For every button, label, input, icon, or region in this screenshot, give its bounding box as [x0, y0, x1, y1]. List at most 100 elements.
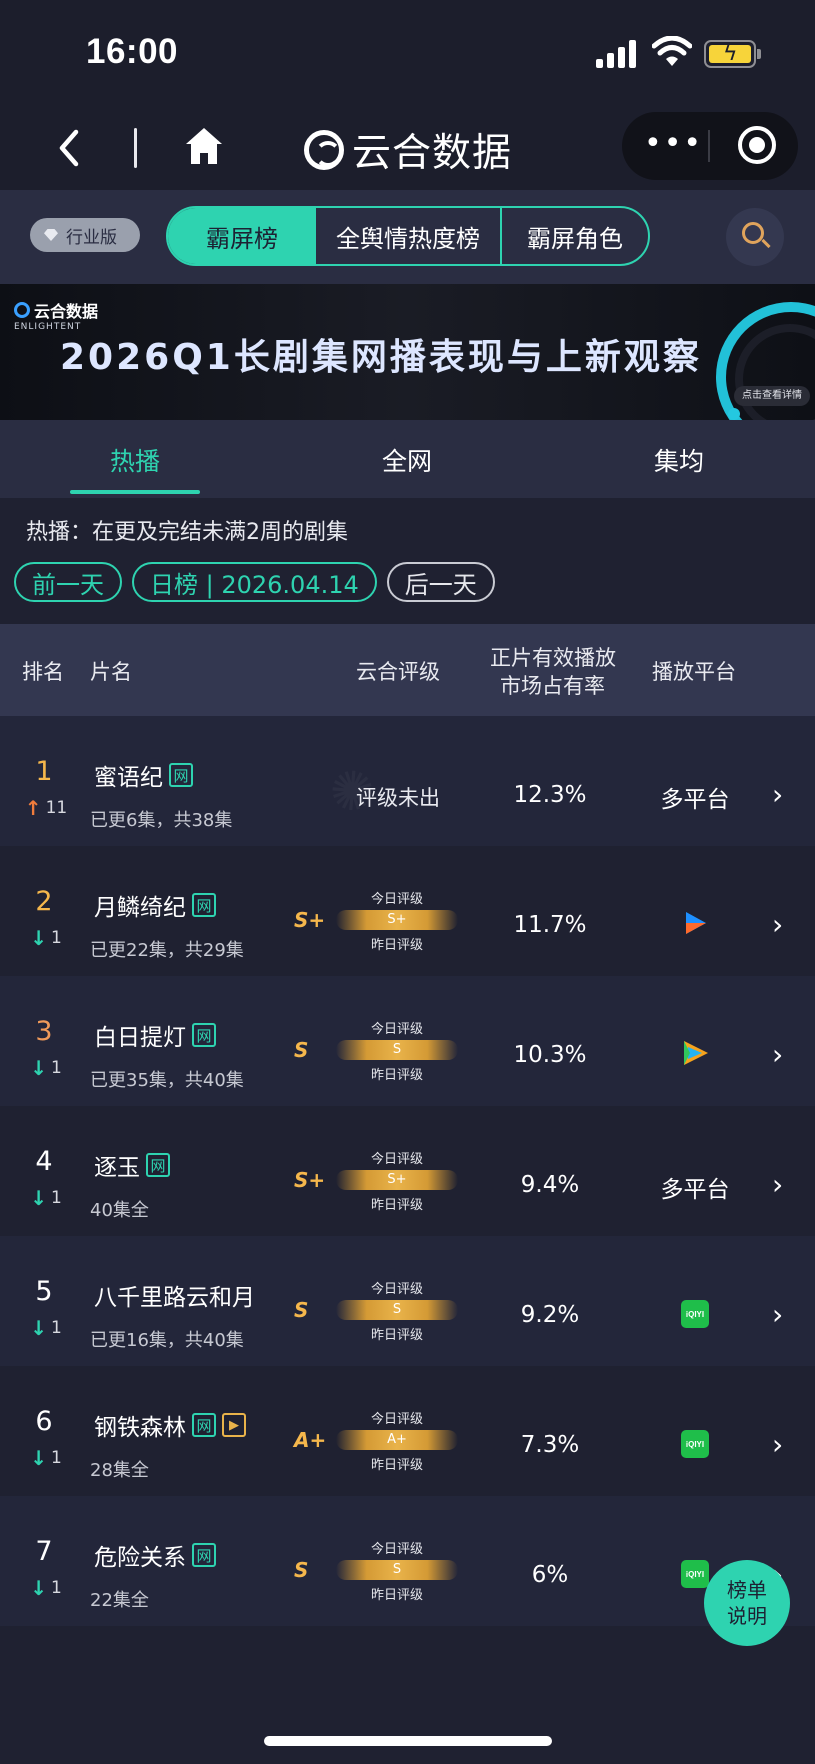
segment-sentiment-chart[interactable]: 全舆情热度榜: [316, 208, 502, 264]
market-share: 6%: [531, 1562, 569, 1588]
rating-bar-grade: S: [392, 1302, 402, 1317]
chevron-right-icon[interactable]: ›: [772, 908, 783, 941]
table-row[interactable]: 3 ↓ 1 白日提灯网已更35集，共40集 S 今日评级 S 昨日评级 10.3% ›: [0, 976, 815, 1106]
chevron-right-icon[interactable]: ›: [772, 1038, 783, 1071]
segment-dominance-chart[interactable]: 霸屏榜: [168, 208, 316, 264]
table-row[interactable]: 2 ↓ 1 月鳞绮纪网已更22集，共29集 S+ 今日评级 S+ 昨日评级 11.7% ›: [0, 846, 815, 976]
header-rating: 云合评级: [356, 660, 440, 684]
rank-number: 3: [35, 1016, 53, 1047]
rank-number: 4: [35, 1146, 53, 1177]
tab-hot[interactable]: 热播: [110, 442, 160, 478]
iqiyi-icon: iQIYI: [681, 1430, 709, 1458]
battery-tip: [757, 49, 761, 59]
market-share: 9.4%: [520, 1172, 580, 1198]
wifi-icon: [652, 36, 692, 66]
prev-day-button[interactable]: 前一天: [14, 562, 122, 602]
segment-roles-chart[interactable]: 霸屏角色: [502, 208, 648, 264]
tab-per-episode[interactable]: 集均: [654, 442, 704, 478]
banner-title: 2026Q1长剧集网播表现与上新观察: [60, 337, 702, 378]
next-day-button[interactable]: 后一天: [386, 562, 495, 602]
header-share-line2: 市场占有率: [500, 674, 605, 698]
table-row[interactable]: 5 ↓ 1 八千里路云和月 已更16集，共40集 S 今日评级 S 昨日评级 9.2% iQIYI ›: [0, 1236, 815, 1366]
rank-change: ↓ 1: [22, 1056, 70, 1080]
rating-bar: 今日评级 A+ 昨日评级: [336, 1408, 458, 1473]
edition-badge[interactable]: 行业版: [30, 218, 140, 252]
today-rating-label: 今日评级: [370, 1542, 423, 1557]
iqiyi-icon: iQIYI: [681, 1560, 709, 1588]
episode-info: 22集全: [90, 1590, 149, 1611]
rank-number: 2: [35, 886, 53, 917]
chevron-right-icon[interactable]: ›: [772, 1298, 783, 1331]
today-rating-label: 今日评级: [370, 1282, 423, 1297]
rank-number: 1: [35, 756, 53, 787]
rating-bar: 今日评级 S 昨日评级: [336, 1018, 458, 1083]
network-drama-tag: 网: [192, 1543, 216, 1567]
fab-line1: 榜单: [727, 1578, 767, 1602]
yesterday-rating-label: 昨日评级: [370, 938, 423, 953]
yesterday-rating-label: 昨日评级: [370, 1198, 423, 1213]
rank-change: ↓ 1: [22, 1316, 70, 1340]
main-tabs: 热播 全网 集均: [0, 420, 815, 498]
back-arrow-icon[interactable]: [52, 126, 88, 170]
rank-change-value: 1: [50, 1318, 62, 1338]
table-row[interactable]: 4 ↓ 1 逐玉网 40集全 S+ 今日评级 S+ 昨日评级 9.4% 多平台 ›: [0, 1106, 815, 1236]
arrow-down-icon: ↓: [30, 1316, 47, 1340]
episode-info: 已更35集，共40集: [90, 1070, 244, 1091]
chevron-right-icon[interactable]: ›: [772, 1168, 783, 1201]
drama-title-text: 蜜语纪: [94, 765, 163, 791]
market-share: 7.3%: [520, 1432, 580, 1458]
chevron-right-icon[interactable]: ›: [772, 1428, 783, 1461]
arrow-down-icon: ↓: [30, 1056, 47, 1080]
rank-change: ↓ 1: [22, 1186, 70, 1210]
table-header: 排名 片名 云合评级 正片有效播放 市场占有率 播放平台: [0, 624, 815, 716]
yesterday-rating-label: 昨日评级: [370, 1458, 423, 1473]
drama-title: 钢铁森林网 ▶: [94, 1408, 246, 1442]
date-selector[interactable]: 日榜 | 2026.04.14: [132, 562, 377, 602]
table-row[interactable]: 7↓1危险关系网22集全S今日评级S昨日评级6%iQIYI›: [0, 1496, 815, 1626]
episode-info: 已更16集，共40集: [90, 1330, 244, 1351]
rating-grade: S: [294, 1558, 309, 1582]
status-bar: 16:00 ϟ: [0, 0, 815, 108]
chevron-right-icon[interactable]: ›: [772, 778, 783, 811]
premiere-play-icon: ▶: [222, 1413, 246, 1437]
drama-title: 八千里路云和月: [94, 1278, 255, 1312]
rating-bar: 今日评级 S 昨日评级: [336, 1538, 458, 1603]
chart-type-bar: 行业版 霸屏榜 全舆情热度榜 霸屏角色: [0, 190, 815, 284]
market-share: 11.7%: [513, 912, 587, 938]
today-rating-label: 今日评级: [370, 892, 423, 907]
table-row[interactable]: 1 ↑ 11 蜜语纪网已更6集，共38集 评级未出 12.3% 多平台 ›: [0, 716, 815, 846]
search-icon-handle: [761, 238, 771, 249]
network-drama-tag: 网: [169, 763, 193, 787]
rank-change: ↑ 11: [22, 796, 70, 820]
rank-change: ↓ 1: [22, 1576, 70, 1600]
more-dots-icon[interactable]: •••: [644, 126, 703, 162]
drama-title: 蜜语纪网: [94, 758, 193, 792]
logo-mark-icon: [304, 130, 344, 170]
rating-grade: S+: [294, 1168, 326, 1192]
table-row[interactable]: 6 ↓ 1 钢铁森林网 ▶ 28集全 A+ 今日评级 A+ 昨日评级 7.3% iQIYI ›: [0, 1366, 815, 1496]
tab-all-network[interactable]: 全网: [382, 442, 432, 478]
today-rating-label: 今日评级: [370, 1152, 423, 1167]
episode-info: 已更22集，共29集: [90, 940, 244, 961]
promo-banner[interactable]: 云合数据 ENLIGHTENT 2026Q1长剧集网播表现与上新观察 点击查看详…: [0, 284, 815, 420]
rating-grade: A+: [294, 1428, 327, 1452]
yesterday-rating-label: 昨日评级: [370, 1588, 423, 1603]
home-icon[interactable]: [182, 124, 226, 168]
rank-number: 7: [35, 1536, 53, 1567]
header-rank: 排名: [22, 660, 64, 684]
drama-title-text: 白日提灯: [94, 1025, 186, 1051]
rating-bar: 今日评级 S+ 昨日评级: [336, 1148, 458, 1213]
rating-bar-grade: S+: [387, 1172, 407, 1187]
search-button[interactable]: [726, 208, 784, 266]
chart-explanation-button[interactable]: 榜单 说明: [704, 1560, 790, 1646]
cellular-signal-icon: [596, 40, 638, 68]
drama-title-text: 钢铁森林: [94, 1415, 186, 1441]
active-tab-indicator: [70, 490, 200, 494]
banner-logo: 云合数据 ENLIGHTENT: [14, 298, 98, 332]
iqiyi-icon: iQIYI: [681, 1300, 709, 1328]
close-target-icon[interactable]: [738, 126, 776, 164]
rank-change-value: 1: [50, 1188, 62, 1208]
rank-change-value: 1: [50, 1448, 62, 1468]
header-platform: 播放平台: [652, 660, 736, 684]
banner-cta[interactable]: 点击查看详情: [734, 386, 810, 406]
